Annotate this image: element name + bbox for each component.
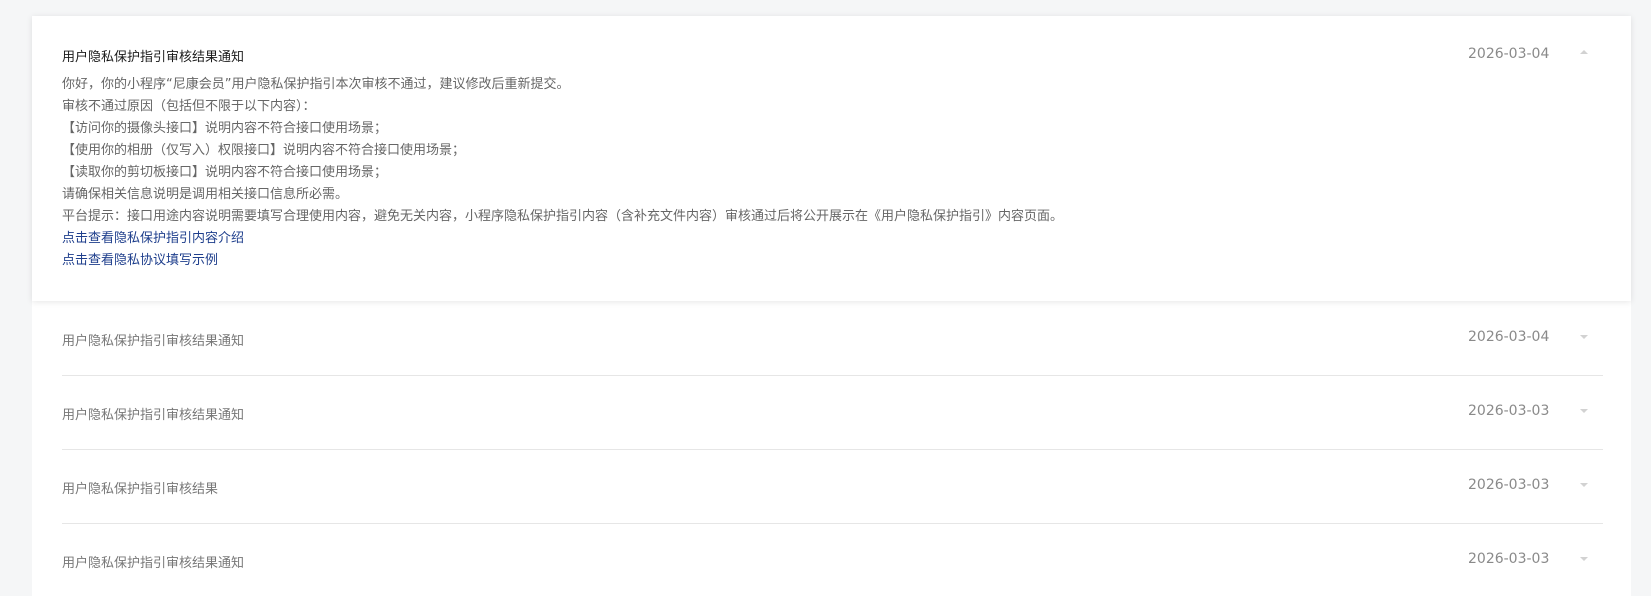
- notification-item-expanded[interactable]: 用户隐私保护指引审核结果通知 2026-03-04 你好，你的小程序“尼康会员”…: [32, 16, 1631, 301]
- notification-body: 你好，你的小程序“尼康会员”用户隐私保护指引本次审核不通过，建议修改后重新提交。…: [62, 74, 1562, 272]
- body-line: 请确保相关信息说明是调用相关接口信息所必需。: [62, 187, 349, 202]
- body-line: 平台提示：接口用途内容说明需要填写合理使用内容，避免无关内容，小程序隐私保护指引…: [62, 209, 1064, 224]
- notification-title[interactable]: 用户隐私保护指引审核结果: [62, 478, 218, 497]
- caret-up-icon[interactable]: [1580, 50, 1588, 54]
- notification-item[interactable]: 用户隐私保护指引审核结果 2026-03-03: [32, 450, 1631, 524]
- notification-date: 2026-03-03: [1468, 403, 1550, 419]
- privacy-agreement-example-link[interactable]: 点击查看隐私协议填写示例: [62, 250, 1562, 272]
- body-line: 审核不通过原因（包括但不限于以下内容）：: [62, 99, 316, 114]
- body-line: 【访问你的摄像头接口】说明内容不符合接口使用场景；: [62, 121, 388, 136]
- notification-page: 用户隐私保护指引审核结果通知 2026-03-04 你好，你的小程序“尼康会员”…: [0, 0, 1651, 596]
- privacy-guide-intro-link[interactable]: 点击查看隐私保护指引内容介绍: [62, 228, 1562, 250]
- caret-down-icon[interactable]: [1580, 409, 1588, 413]
- notification-date: 2026-03-04: [1468, 329, 1550, 345]
- body-line: 【使用你的相册（仅写入）权限接口】说明内容不符合接口使用场景；: [62, 143, 466, 158]
- notification-item[interactable]: 用户隐私保护指引审核结果通知 2026-03-04: [32, 302, 1631, 376]
- notification-title[interactable]: 用户隐私保护指引审核结果通知: [62, 552, 244, 571]
- caret-down-icon[interactable]: [1580, 483, 1588, 487]
- caret-down-icon[interactable]: [1580, 557, 1588, 561]
- caret-down-icon[interactable]: [1580, 335, 1588, 339]
- notification-title[interactable]: 用户隐私保护指引审核结果通知: [62, 404, 244, 423]
- notification-date: 2026-03-03: [1468, 551, 1550, 567]
- notification-title[interactable]: 用户隐私保护指引审核结果通知: [62, 330, 244, 349]
- body-line: 【读取你的剪切板接口】说明内容不符合接口使用场景；: [62, 165, 388, 180]
- notification-title[interactable]: 用户隐私保护指引审核结果通知: [62, 46, 244, 65]
- notification-item[interactable]: 用户隐私保护指引审核结果通知 2026-03-03: [32, 524, 1631, 596]
- notification-date: 2026-03-03: [1468, 477, 1550, 493]
- notification-date: 2026-03-04: [1468, 46, 1550, 62]
- body-line: 你好，你的小程序“尼康会员”用户隐私保护指引本次审核不通过，建议修改后重新提交。: [62, 77, 570, 92]
- notification-item[interactable]: 用户隐私保护指引审核结果通知 2026-03-03: [32, 376, 1631, 450]
